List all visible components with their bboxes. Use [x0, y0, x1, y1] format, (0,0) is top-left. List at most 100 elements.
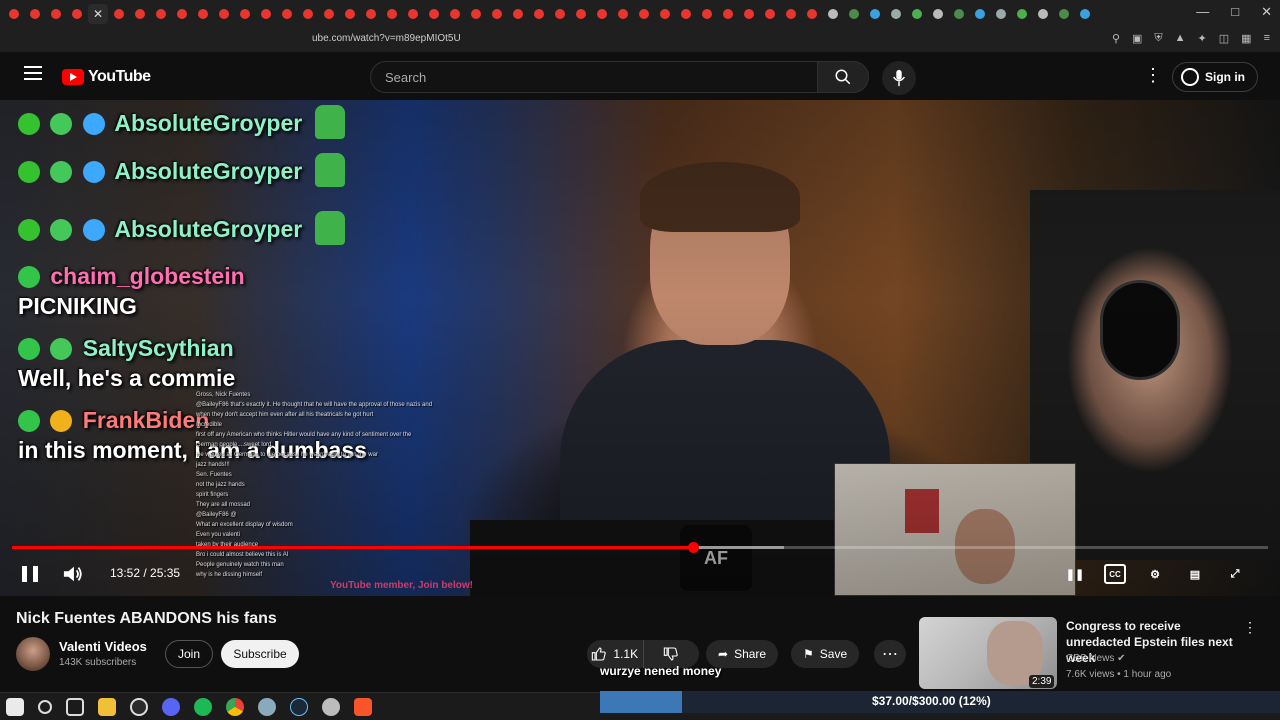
browser-tab[interactable]: [781, 4, 801, 24]
browser-tab[interactable]: [130, 4, 150, 24]
browser-tab[interactable]: [508, 4, 528, 24]
browser-tab[interactable]: [634, 4, 654, 24]
browser-tab[interactable]: [382, 4, 402, 24]
sidebar-icon[interactable]: ◫: [1219, 32, 1229, 45]
more-options-icon[interactable]: ⋮: [1144, 66, 1162, 84]
save-button[interactable]: ⚑ Save: [791, 640, 860, 668]
browser-tab[interactable]: [991, 4, 1011, 24]
chrome-icon[interactable]: [226, 698, 244, 716]
browser-tab[interactable]: [550, 4, 570, 24]
browser-tab[interactable]: [487, 4, 507, 24]
browser-tab[interactable]: [1075, 4, 1095, 24]
cast-icon[interactable]: ▣: [1132, 32, 1142, 45]
browser-tab[interactable]: [340, 4, 360, 24]
extensions-icon[interactable]: ✦: [1198, 32, 1207, 45]
recommended-more-icon[interactable]: ⋮: [1243, 619, 1257, 636]
browser-tab[interactable]: [529, 4, 549, 24]
browser-tab[interactable]: [214, 4, 234, 24]
browser-tab[interactable]: [172, 4, 192, 24]
channel-name[interactable]: Valenti Videos: [59, 639, 147, 654]
zoom-icon[interactable]: ⚲: [1112, 32, 1120, 45]
browser-tab[interactable]: [25, 4, 45, 24]
close-tab-icon[interactable]: ✕: [93, 7, 103, 21]
volume-icon[interactable]: [62, 564, 84, 584]
browser-tab[interactable]: [193, 4, 213, 24]
browser-tab[interactable]: [718, 4, 738, 24]
browser-tab[interactable]: [970, 4, 990, 24]
browser-tab[interactable]: [46, 4, 66, 24]
youtube-logo[interactable]: YouTube: [62, 68, 151, 86]
browser-tab[interactable]: [1012, 4, 1032, 24]
browser-tab[interactable]: [403, 4, 423, 24]
browser-tab[interactable]: [886, 4, 906, 24]
browser-tab[interactable]: [844, 4, 864, 24]
hamburger-menu-icon[interactable]: [24, 66, 42, 80]
browser-tab[interactable]: [4, 4, 24, 24]
discord-icon[interactable]: [162, 698, 180, 716]
browser-tab[interactable]: [298, 4, 318, 24]
browser-tab[interactable]: [571, 4, 591, 24]
app-icon[interactable]: [258, 698, 276, 716]
browser-tab[interactable]: [802, 4, 822, 24]
search-input[interactable]: Search: [370, 61, 818, 93]
browser-tab[interactable]: [424, 4, 444, 24]
browser-tab[interactable]: [697, 4, 717, 24]
browser-tab[interactable]: [760, 4, 780, 24]
shield-icon[interactable]: ⛨: [1154, 32, 1162, 45]
browser-tab[interactable]: [445, 4, 465, 24]
file-explorer-icon[interactable]: [98, 698, 116, 716]
obs-icon[interactable]: [130, 698, 148, 716]
browser-tab[interactable]: [1033, 4, 1053, 24]
minimize-icon[interactable]: —: [1196, 4, 1209, 20]
maximize-icon[interactable]: □: [1231, 4, 1239, 20]
browser-tab[interactable]: [256, 4, 276, 24]
active-browser-tab[interactable]: ✕: [88, 4, 108, 24]
browser-tab[interactable]: [949, 4, 969, 24]
task-view-icon[interactable]: [66, 698, 84, 716]
video-player[interactable]: AF AbsoluteGroyper AbsoluteGroyper Absol…: [0, 100, 1280, 596]
browser-tab[interactable]: [319, 4, 339, 24]
browser-tab[interactable]: [361, 4, 381, 24]
browser-tab[interactable]: [907, 4, 927, 24]
theater-mode-icon[interactable]: ▤: [1184, 564, 1206, 584]
browser-menu-icon[interactable]: ≡: [1264, 32, 1270, 45]
search-icon[interactable]: [38, 700, 52, 714]
browser-tab[interactable]: [613, 4, 633, 24]
brave-icon[interactable]: [354, 698, 372, 716]
url-field[interactable]: ube.com/watch?v=m89epMIOt5U: [312, 33, 461, 44]
browser-tab[interactable]: [109, 4, 129, 24]
steam-icon[interactable]: [290, 698, 308, 716]
browser-tab[interactable]: [676, 4, 696, 24]
sign-in-button[interactable]: Sign in: [1172, 62, 1258, 92]
browser-tab[interactable]: [655, 4, 675, 24]
app-icon[interactable]: [322, 698, 340, 716]
more-actions-icon[interactable]: ⋯: [874, 640, 906, 668]
browser-tab[interactable]: [928, 4, 948, 24]
fullscreen-icon[interactable]: ⤢: [1224, 564, 1246, 584]
pause-button[interactable]: [22, 566, 38, 582]
windows-start-icon[interactable]: [6, 698, 24, 716]
channel-avatar[interactable]: [16, 637, 50, 671]
subscribe-button[interactable]: Subscribe: [221, 640, 299, 668]
captions-icon[interactable]: CC: [1104, 564, 1126, 584]
browser-tab[interactable]: [67, 4, 87, 24]
voice-search-button[interactable]: [882, 61, 916, 95]
join-button[interactable]: Join: [165, 640, 213, 668]
browser-tab[interactable]: [235, 4, 255, 24]
wallet-icon[interactable]: ▦: [1241, 32, 1251, 45]
warning-icon[interactable]: ▲: [1175, 32, 1186, 45]
browser-tab[interactable]: [865, 4, 885, 24]
browser-tab[interactable]: [1054, 4, 1074, 24]
scrubber-handle[interactable]: [688, 542, 699, 553]
settings-gear-icon[interactable]: ⚙: [1144, 564, 1166, 584]
browser-tab[interactable]: [277, 4, 297, 24]
search-button[interactable]: [817, 61, 869, 93]
browser-tab[interactable]: [592, 4, 612, 24]
browser-tab[interactable]: [466, 4, 486, 24]
browser-tab[interactable]: [739, 4, 759, 24]
close-window-icon[interactable]: ✕: [1261, 4, 1272, 20]
spotify-icon[interactable]: [194, 698, 212, 716]
autoplay-toggle-icon[interactable]: ❚❚: [1064, 564, 1086, 584]
browser-tab[interactable]: [151, 4, 171, 24]
browser-tab[interactable]: [823, 4, 843, 24]
